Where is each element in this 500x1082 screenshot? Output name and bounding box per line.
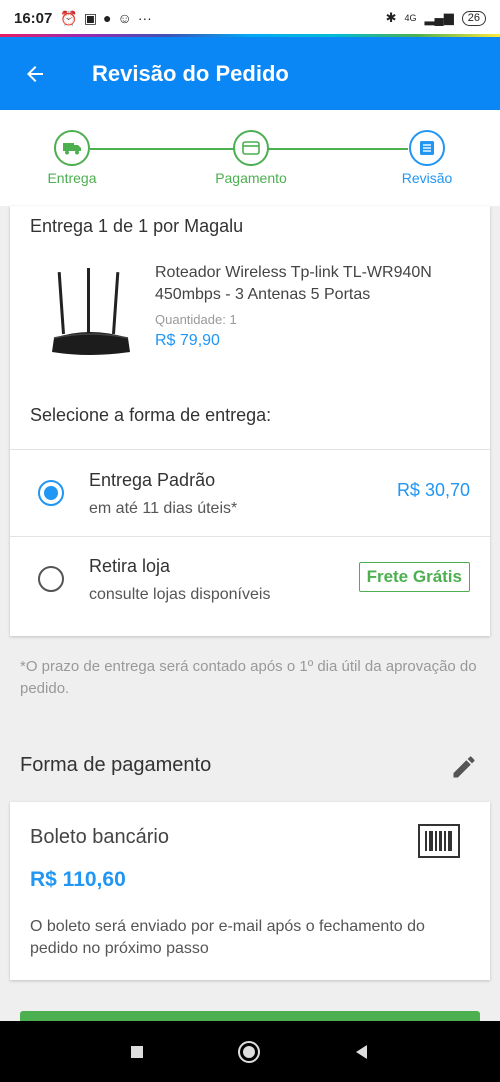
- truck-icon: [63, 143, 81, 155]
- payment-card: Boleto bancário R$ 110,60 O boleto será …: [10, 802, 490, 980]
- whatsapp-icon: ●: [103, 10, 112, 26]
- quantity-value: 1: [229, 312, 237, 327]
- radio-selected[interactable]: [38, 480, 64, 506]
- edit-payment-button[interactable]: [450, 753, 478, 781]
- page-title: Revisão do Pedido: [92, 60, 289, 86]
- step-label: Entrega: [47, 170, 97, 186]
- home-button[interactable]: [237, 1040, 261, 1064]
- product-name: Roteador Wireless Tp-link TL-WR940N 450m…: [155, 264, 432, 303]
- triangle-back-icon: [356, 1044, 367, 1059]
- card-icon: [242, 141, 260, 155]
- pencil-icon: [453, 756, 475, 778]
- app-icon: ☺: [117, 10, 132, 26]
- free-shipping-badge: Frete Grátis: [358, 562, 470, 592]
- step-pagamento: Pagamento: [196, 130, 306, 186]
- radio-unselected[interactable]: [38, 566, 64, 592]
- payment-description: O boleto será enviado por e-mail após o …: [30, 918, 425, 957]
- delivery-note: *O prazo de entrega será contado após o …: [20, 658, 477, 697]
- product-price: R$ 79,90: [155, 332, 220, 349]
- notification-icon: ▣: [83, 9, 98, 26]
- back-button[interactable]: [0, 62, 70, 86]
- system-nav-bar: [0, 1021, 500, 1082]
- checkout-stepper: Entrega Pagamento Revisão: [0, 110, 500, 206]
- signal-icon: ▂▄▆: [424, 10, 454, 25]
- home-circle-icon: [238, 1040, 260, 1063]
- quantity-label: Quantidade:: [155, 312, 226, 327]
- battery-icon: 26: [461, 10, 486, 26]
- payment-total: R$ 110,60: [30, 868, 126, 891]
- option-subtitle: em até 11 dias úteis*: [89, 500, 238, 517]
- step-label: Pagamento: [215, 170, 287, 186]
- back-arrow-icon: [27, 65, 43, 82]
- delivery-header: Entrega 1 de 1 por Magalu: [30, 216, 244, 236]
- bluetooth-icon: ✱: [385, 10, 397, 25]
- option-subtitle: consulte lojas disponíveis: [89, 586, 271, 603]
- barcode-icon: [418, 824, 460, 858]
- status-time: 16:07: [14, 9, 53, 27]
- product-image: [40, 264, 140, 364]
- status-bar: 16:07 ⏰ ▣ ● ☺ ··· ✱ 4G ▂▄▆ 26: [0, 0, 500, 36]
- payment-method: Boleto bancário: [30, 826, 169, 848]
- recents-button[interactable]: [129, 1044, 145, 1060]
- shipping-option-store-pickup[interactable]: Retira loja consulte lojas disponíveis F…: [10, 537, 490, 623]
- step-revisao: Revisão: [372, 130, 482, 186]
- square-icon: [131, 1045, 143, 1058]
- option-title: Retira loja: [89, 556, 171, 576]
- option-title: Entrega Padrão: [89, 470, 216, 490]
- shipping-select-title: Selecione a forma de entrega:: [30, 405, 272, 425]
- option-price: R$ 30,70: [396, 480, 470, 500]
- alarm-icon: ⏰: [60, 9, 78, 26]
- app-bar: Revisão do Pedido: [0, 37, 500, 110]
- step-label: Revisão: [401, 170, 453, 186]
- payment-heading: Forma de pagamento: [20, 754, 212, 776]
- delivery-card: Entrega 1 de 1 por Magalu Roteador Wirel…: [10, 206, 490, 636]
- product-quantity: Quantidade: 1: [155, 312, 237, 327]
- more-notifications-icon: ···: [137, 10, 152, 26]
- network-type: 4G: [404, 13, 417, 23]
- shipping-option-standard[interactable]: Entrega Padrão em até 11 dias úteis* R$ …: [10, 450, 490, 536]
- list-icon: [420, 141, 434, 155]
- back-nav-button[interactable]: [353, 1043, 371, 1061]
- step-entrega: Entrega: [17, 130, 127, 186]
